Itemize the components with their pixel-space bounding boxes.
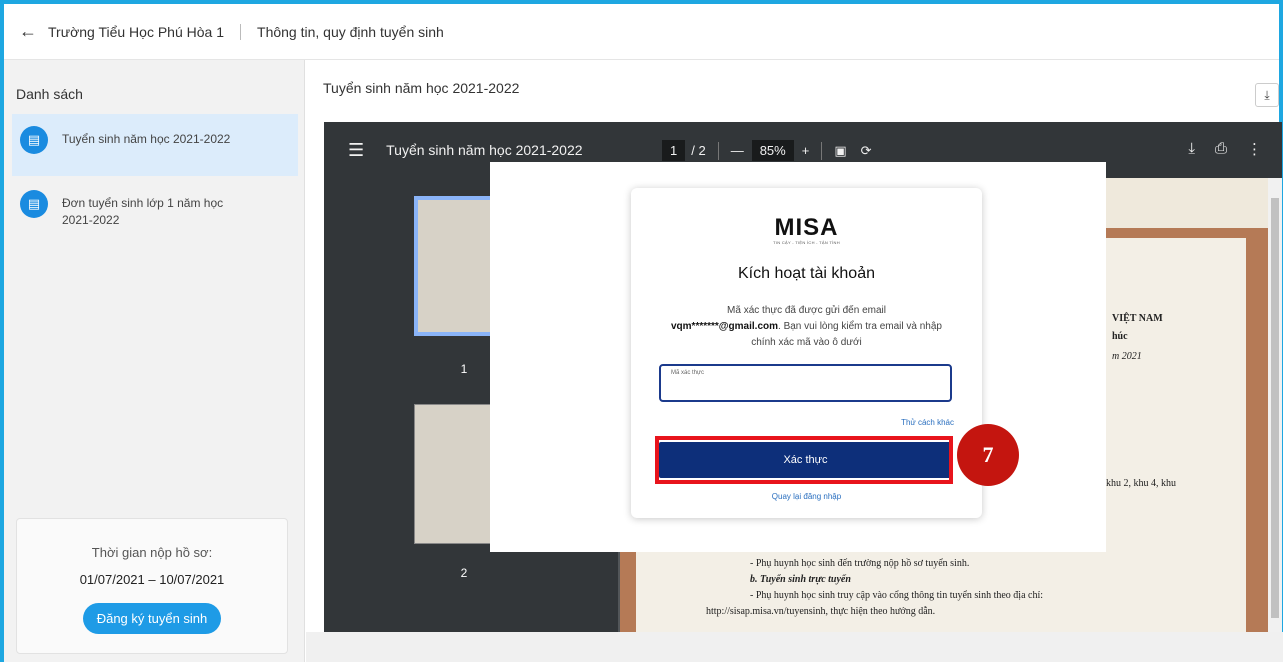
fit-page-icon[interactable]: ▣ [834,143,846,159]
breadcrumb-school[interactable]: Trường Tiểu Học Phú Hòa 1 [48,24,224,40]
top-bar: ← Trường Tiểu Học Phú Hòa 1 Thông tin, q… [4,4,1279,60]
otp-label: Mã xác thực [671,370,705,376]
zoom-out-button[interactable]: — [731,143,744,158]
thumbnail-label: 1 [460,362,468,376]
print-icon[interactable]: ⎙ [1215,140,1227,158]
scrollbar-thumb[interactable] [1271,198,1279,618]
misa-logo: MISA [774,214,839,241]
page-title: Tuyển sinh năm học 2021-2022 [323,80,520,96]
doc-text: b. Tuyển sinh trực tuyến [750,574,851,585]
clipboard-icon: ▤ [20,126,48,154]
doc-text: m 2021 [1112,351,1142,362]
pdf-title: Tuyển sinh năm học 2021-2022 [386,142,583,158]
menu-icon[interactable]: ☰ [348,140,364,161]
otp-input[interactable] [671,382,941,398]
breadcrumb-page: Thông tin, quy định tuyển sinh [257,23,444,40]
rotate-icon[interactable]: ⟳ [861,143,872,159]
download-icon[interactable]: ⤓ [1188,140,1195,158]
toolbar-divider [717,141,719,160]
page-total: / 2 [691,143,706,158]
step-number-badge: 7 [957,424,1019,486]
pdf-scrollbar[interactable] [1268,178,1282,632]
doc-text: khu 2, khu 4, khu [1106,478,1176,489]
zoom-input[interactable]: 85% [751,140,794,161]
back-to-login-link[interactable]: Quay lại đăng nhập [631,492,982,501]
message-line-2: . Bạn vui lòng kiểm tra email và nhập ch… [751,321,942,348]
sidebar: Danh sách ▤ Tuyển sinh năm học 2021-2022… [4,60,305,662]
try-other-method-link[interactable]: Thử cách khác [901,418,954,427]
doc-text: http://sisap.misa.vn/tuyensinh, thực hiệ… [706,606,936,617]
step-highlight-box [655,436,953,484]
registration-period-label: Thời gian nộp hồ sơ: [91,545,213,560]
doc-text: - Phụ huynh học sinh đến trường nộp hồ s… [750,558,970,569]
masked-email: vqm*******@gmail.com [671,321,779,332]
toolbar-divider [821,141,823,160]
dialog-message: Mã xác thực đã được gửi đến email vqm***… [659,303,954,351]
otp-field[interactable]: Mã xác thực [659,364,952,402]
clipboard-icon: ▤ [20,190,48,218]
sidebar-title: Danh sách [16,86,83,102]
arrow-left-icon[interactable]: ← [8,21,48,42]
sidebar-item-label: Đơn tuyển sinh lớp 1 năm học 2021-2022 [62,196,224,227]
sidebar-item-admission-2021[interactable]: ▤ Tuyển sinh năm học 2021-2022 [12,114,298,176]
thumbnail-label: 2 [460,566,468,580]
sidebar-item-label: Tuyển sinh năm học 2021-2022 [62,132,231,146]
doc-text: húc [1112,331,1128,342]
sidebar-item-grade1-form[interactable]: ▤ Đơn tuyển sinh lớp 1 năm học 2021-2022 [12,178,298,240]
download-tray-icon[interactable]: ⤓ [1255,83,1279,107]
zoom-in-button[interactable]: + [802,143,810,158]
registration-dates: 01/07/2021 – 10/07/2021 [79,572,225,587]
pdf-pager: 1 / 2 — 85% + ▣ ⟳ [662,140,872,161]
doc-text: - Phụ huynh học sinh truy cập vào cổng t… [750,590,1044,601]
message-line-1: Mã xác thực đã được gửi đến email [727,305,886,316]
breadcrumb-divider [240,23,242,40]
misa-tagline: TIN CẬY - TIỆN ÍCH - TẬN TÌNH [773,240,840,245]
registration-panel: Thời gian nộp hồ sơ: 01/07/2021 – 10/07/… [16,518,288,654]
page-number-input[interactable]: 1 [662,140,686,161]
doc-text: VIỆT NAM [1112,313,1163,324]
footer-band [306,632,1283,662]
dialog-title: Kích hoạt tài khoản [738,265,875,282]
register-button[interactable]: Đăng ký tuyển sinh [82,603,222,634]
pdf-actions: ⤓ ⎙ ⋮ [1188,140,1262,158]
more-vertical-icon[interactable]: ⋮ [1247,140,1262,158]
